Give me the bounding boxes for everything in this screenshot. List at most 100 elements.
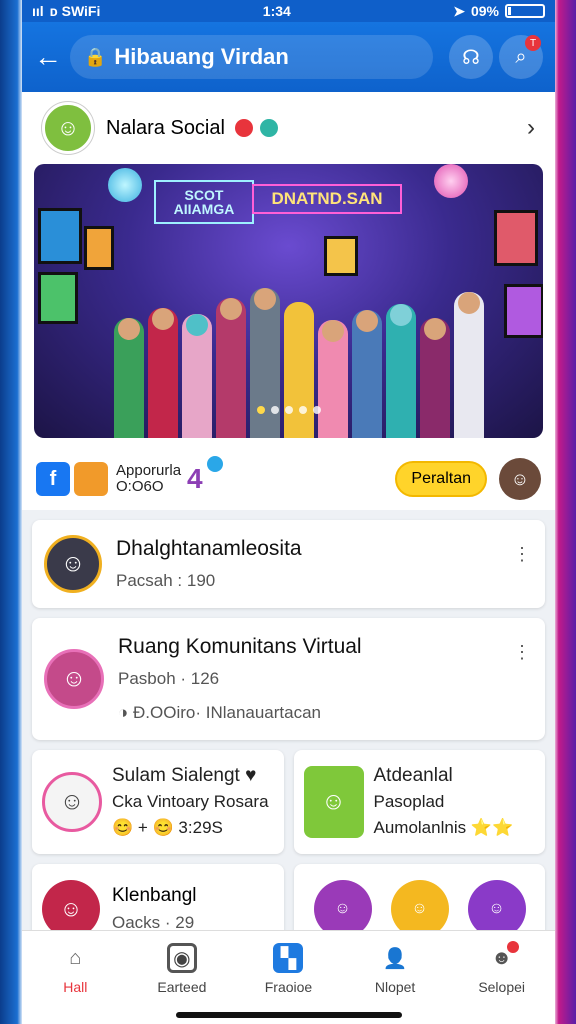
person-icon: ☺ bbox=[60, 550, 86, 577]
tab-label: Earteed bbox=[157, 979, 207, 995]
notification-badge: T bbox=[525, 35, 541, 51]
wall-screen bbox=[38, 208, 82, 264]
status-bar: ııl ᴅ SWiFi 1:34 ➤ 09% bbox=[22, 0, 555, 22]
pager-dot[interactable] bbox=[284, 406, 293, 414]
wall-screen bbox=[504, 284, 543, 338]
neon-sign-right: DNATND.SAN bbox=[252, 184, 402, 214]
list-item-title: Ruang Komunitans Virtual bbox=[118, 635, 362, 658]
tab-label: Hall bbox=[63, 979, 88, 995]
tab-settings[interactable]: ☻ Selopei bbox=[457, 941, 547, 1024]
list-item[interactable]: ☺ Dhalghtanamleosita Pacsah : 190 ⋮ bbox=[32, 520, 545, 608]
search-button[interactable]: ⌕ T bbox=[499, 35, 543, 79]
profile-header[interactable]: ☺ Nalara Social › bbox=[22, 92, 555, 164]
network-name: ᴅ SWiFi bbox=[49, 3, 101, 19]
more-options-icon[interactable]: ⋮ bbox=[513, 642, 531, 663]
pager-dot[interactable] bbox=[312, 406, 321, 414]
title-pill[interactable]: 🔒 Hibauang Virdan bbox=[70, 35, 433, 79]
back-button[interactable]: ← bbox=[34, 41, 70, 73]
pager-dot[interactable] bbox=[256, 406, 265, 414]
card-grid: ☺ Sulam Sialengt ♥ Cka Vintoary Rosara 😊… bbox=[32, 750, 545, 854]
banner-container: SCOT AIIAMGA DNATND.SAN bbox=[22, 164, 555, 448]
clock: 1:34 bbox=[262, 3, 291, 19]
notification-dot bbox=[506, 941, 519, 953]
share-count: 4 bbox=[187, 463, 203, 494]
person-icon: ☺ bbox=[61, 665, 87, 692]
lock-icon: 🔒 bbox=[84, 46, 107, 67]
list-item-subtitle: Pasboh · 126 bbox=[118, 669, 220, 688]
person-icon: ☺ bbox=[59, 896, 83, 921]
app-frame: ııl ᴅ SWiFi 1:34 ➤ 09% ← 🔒 Hibauang Vird… bbox=[22, 0, 555, 1024]
person-icon: ☺ bbox=[321, 788, 346, 815]
facebook-icon[interactable]: f bbox=[36, 462, 70, 496]
grid-card[interactable]: ☺ Sulam Sialengt ♥ Cka Vintoary Rosara 😊… bbox=[32, 750, 284, 854]
home-indicator bbox=[175, 1012, 402, 1018]
carousel-pager[interactable] bbox=[256, 406, 321, 414]
grid-card-line2: Pasoplad bbox=[373, 792, 445, 811]
chevron-right-icon[interactable]: › bbox=[527, 114, 535, 142]
list-item-info: Ruang Komunitans Virtual Pasboh · 126 ◑ … bbox=[118, 635, 533, 723]
avatar: ☺ bbox=[44, 535, 102, 593]
battery-percent: 09% bbox=[470, 3, 499, 19]
pager-dot[interactable] bbox=[270, 406, 279, 414]
list-item-extra: ◑ Ð.OOiro· INlanauartacan bbox=[118, 703, 322, 722]
avatar: ☺ bbox=[42, 772, 102, 832]
avatar: ☺ bbox=[303, 766, 364, 838]
pager-dot[interactable] bbox=[298, 406, 307, 414]
instagram-icon: ◉ bbox=[166, 943, 197, 973]
app-icon[interactable] bbox=[74, 462, 108, 496]
wall-screen bbox=[84, 226, 114, 270]
avatar[interactable]: ☺ bbox=[42, 102, 94, 154]
tab-label: Nlopet bbox=[374, 979, 416, 995]
wall-screen bbox=[38, 272, 78, 324]
community-list: ☺ Dhalghtanamleosita Pacsah : 190 ⋮ ☺ Ru… bbox=[22, 520, 555, 954]
grid-card-line2: Cka Vintoary Rosara bbox=[112, 792, 269, 811]
page-title: Hibauang Virdan bbox=[114, 44, 289, 69]
person-icon: ☺ bbox=[510, 468, 530, 489]
profile-name: Nalara Social bbox=[106, 116, 225, 139]
list-item-info: Dhalghtanamleosita Pacsah : 190 bbox=[116, 537, 533, 591]
grid-card-title: Atdeanlal bbox=[373, 765, 453, 786]
more-options-icon[interactable]: ⋮ bbox=[513, 544, 531, 565]
grid-card-info: Atdeanlal Pasoplad Aumolanlnis ⭐⭐ bbox=[374, 763, 514, 841]
lamp-icon bbox=[108, 168, 142, 202]
list-item-title: Dhalghtanamleosita bbox=[116, 537, 302, 560]
voice-button[interactable]: ☊ bbox=[449, 35, 493, 79]
avatar: ☺ bbox=[44, 649, 104, 709]
tab-home[interactable]: ⌂ Hall bbox=[30, 943, 120, 1024]
tab-label: Selopei bbox=[478, 979, 526, 995]
grid-card-info: Sulam Sialengt ♥ Cka Vintoary Rosara 😊 +… bbox=[112, 763, 269, 841]
wall-screen bbox=[494, 210, 538, 266]
grid-card-title: Klenbangl bbox=[112, 885, 197, 906]
grid-card-line3: 😊 + 😊 3:29S bbox=[112, 818, 223, 837]
list-item[interactable]: ☺ Ruang Komunitans Virtual Pasboh · 126 … bbox=[32, 618, 545, 740]
avatar[interactable]: ☺ bbox=[499, 458, 541, 500]
person-icon: ☺ bbox=[56, 115, 80, 140]
tab-label: Fraoioe bbox=[264, 979, 313, 995]
person-icon: ☺ bbox=[488, 900, 505, 917]
signal-strength: ııl bbox=[32, 3, 44, 19]
location-icon: ➤ bbox=[453, 2, 465, 19]
bottom-tab-bar: ⌂ Hall ◉ Earteed ▚ Fraoioe 👤 Nlopet ☻ Se… bbox=[22, 930, 555, 1024]
hero-banner[interactable]: SCOT AIIAMGA DNATND.SAN bbox=[34, 164, 543, 438]
share-line2: O:O6O bbox=[116, 478, 164, 495]
list-item-subtitle: Pacsah : 190 bbox=[116, 571, 216, 590]
search-icon: ⌕ bbox=[515, 45, 527, 68]
app-header: ← 🔒 Hibauang Virdan ☊ ⌕ T bbox=[22, 22, 555, 92]
puzzle-icon: ▚ bbox=[273, 943, 304, 973]
action-button[interactable]: Peraltan bbox=[395, 461, 487, 497]
share-text: Apporurla O:O6O bbox=[116, 463, 181, 495]
person-icon: ☺ bbox=[334, 900, 351, 917]
grid-card-info: Klenbangl Oacks · 29 bbox=[112, 885, 197, 933]
profile-name-row: Nalara Social bbox=[106, 117, 527, 140]
verified-teal-icon bbox=[260, 119, 279, 138]
neon-sign-left: SCOT AIIAMGA bbox=[154, 180, 254, 224]
grid-card[interactable]: ☺ Atdeanlal Pasoplad Aumolanlnis ⭐⭐ bbox=[293, 750, 545, 854]
person-icon: ☺ bbox=[59, 788, 85, 815]
add-icon[interactable] bbox=[206, 456, 223, 472]
profile-icon: ☻ bbox=[487, 941, 519, 973]
grid-card-line3: Aumolanlnis ⭐⭐ bbox=[373, 818, 514, 837]
arrow-left-icon: ← bbox=[34, 41, 62, 72]
person-icon: 👤 bbox=[382, 947, 408, 970]
verified-red-icon bbox=[234, 119, 253, 138]
home-icon: ⌂ bbox=[69, 946, 82, 969]
